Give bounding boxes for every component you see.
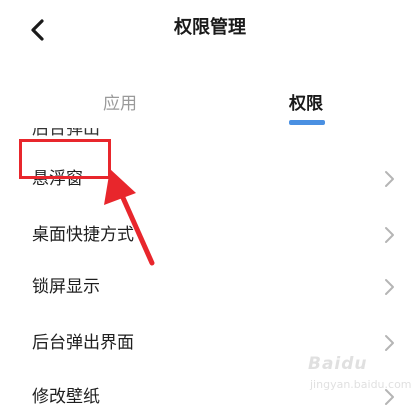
list-item-desktop-shortcut[interactable]: 桌面快捷方式 [0,208,420,262]
annotation-arrow-icon [104,169,155,266]
list-item-label: 修改壁纸 [32,387,100,405]
tab-active-indicator [289,120,325,125]
list-item-label: 锁屏显示 [32,277,100,297]
watermark-url: jingyan.baidu.com [310,378,412,391]
watermark-text: Baidu [308,354,368,374]
chevron-right-icon [385,171,394,187]
list-item-label: 后台弹出界面 [32,333,134,353]
chevron-right-icon [385,227,394,243]
chevron-right-icon [385,279,394,295]
baidu-watermark: Baidu jingyan.baidu.com [300,348,412,398]
page-title: 权限管理 [174,17,246,38]
list-item-lock-screen-display[interactable]: 锁屏显示 [0,260,420,314]
app-header: 权限管理 [0,0,420,62]
annotation-highlight-box [19,139,111,179]
tab-permissions[interactable]: 权限 [289,90,323,118]
tab-bar: 应用 权限 [0,84,420,132]
tab-apps[interactable]: 应用 [103,90,137,118]
